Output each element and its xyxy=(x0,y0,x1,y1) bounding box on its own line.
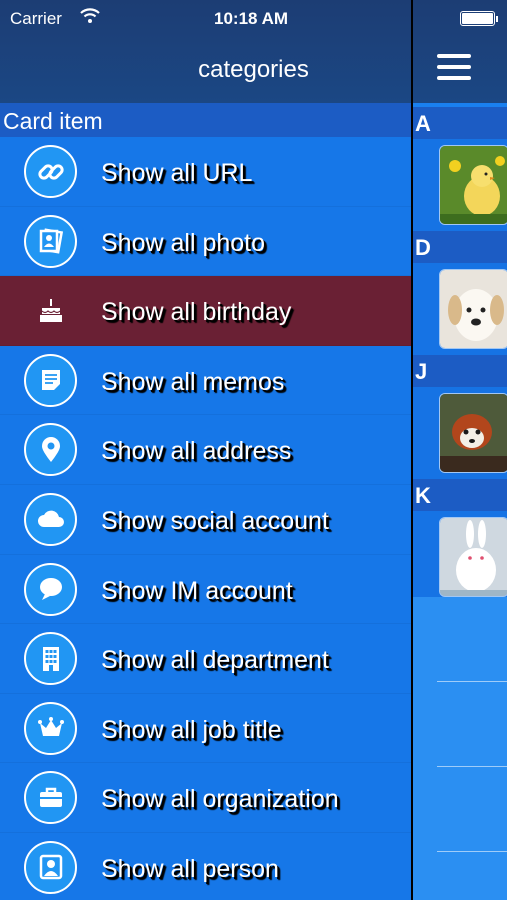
menu-item-label: Show all department xyxy=(101,646,329,675)
briefcase-icon xyxy=(24,771,77,825)
section-index-j: J xyxy=(413,355,507,387)
row-divider xyxy=(437,681,507,682)
menu-item-social-account[interactable]: Show social account xyxy=(0,485,411,555)
status-bar: Carrier 10:18 AM xyxy=(0,8,507,30)
contact-row[interactable] xyxy=(413,511,507,603)
menu-item-label: Show all address xyxy=(101,437,292,466)
contacts-list-peek[interactable]: A D J K xyxy=(413,0,507,900)
cloud-icon xyxy=(24,492,77,546)
wifi-icon xyxy=(80,8,100,29)
clock-label: 10:18 AM xyxy=(214,9,289,28)
chick-photo xyxy=(439,145,507,225)
menu-item-label: Show all birthday xyxy=(101,298,292,327)
menu-item-person[interactable]: Show all person xyxy=(0,833,411,900)
menu-item-im-account[interactable]: Show IM account xyxy=(0,555,411,625)
section-header-card-item: Card item xyxy=(0,103,411,137)
menu-item-label: Show IM account xyxy=(101,576,293,605)
section-index-a: A xyxy=(413,107,507,139)
menu-item-memos[interactable]: Show all memos xyxy=(0,346,411,416)
contact-row[interactable] xyxy=(413,263,507,355)
page-title: categories xyxy=(198,56,309,83)
person-icon xyxy=(24,840,77,894)
birthday-cake-icon xyxy=(24,284,77,337)
menu-item-label: Show all job title xyxy=(101,715,282,744)
menu-item-job-title[interactable]: Show all job title xyxy=(0,694,411,764)
menu-item-birthday[interactable]: Show all birthday xyxy=(0,276,411,346)
menu-item-url[interactable]: Show all URL xyxy=(0,137,411,207)
location-pin-icon xyxy=(24,423,77,477)
memo-icon xyxy=(24,353,77,407)
puppy-photo xyxy=(439,269,507,349)
category-menu: Show all URL Show all photo Show all bir… xyxy=(0,137,411,900)
section-index-k: K xyxy=(413,479,507,511)
menu-item-address[interactable]: Show all address xyxy=(0,415,411,485)
empty-list-area xyxy=(413,597,507,900)
menu-item-department[interactable]: Show all department xyxy=(0,624,411,694)
photos-icon xyxy=(24,214,77,268)
contact-row[interactable] xyxy=(413,387,507,479)
menu-item-label: Show all URL xyxy=(101,159,253,187)
menu-item-label: Show all memos xyxy=(101,367,285,396)
menu-item-label: Show all organization xyxy=(101,785,339,814)
menu-item-label: Show all person xyxy=(101,854,279,883)
rabbit-photo xyxy=(439,517,507,597)
crown-icon xyxy=(24,701,77,755)
building-icon xyxy=(24,632,77,686)
menu-item-organization[interactable]: Show all organization xyxy=(0,763,411,833)
carrier-label: Carrier xyxy=(10,9,62,28)
section-index-d: D xyxy=(413,231,507,263)
row-divider xyxy=(437,851,507,852)
menu-item-photo[interactable]: Show all photo xyxy=(0,207,411,277)
contact-row[interactable] xyxy=(413,139,507,231)
menu-item-label: Show social account xyxy=(101,506,329,535)
categories-drawer: Card item Show all URL Show all photo Sh… xyxy=(0,0,411,900)
red-panda-photo xyxy=(439,393,507,473)
row-divider xyxy=(437,766,507,767)
menu-item-label: Show all photo xyxy=(101,228,266,257)
link-icon xyxy=(24,145,77,198)
chat-bubble-icon xyxy=(24,562,77,616)
battery-icon xyxy=(460,11,498,26)
